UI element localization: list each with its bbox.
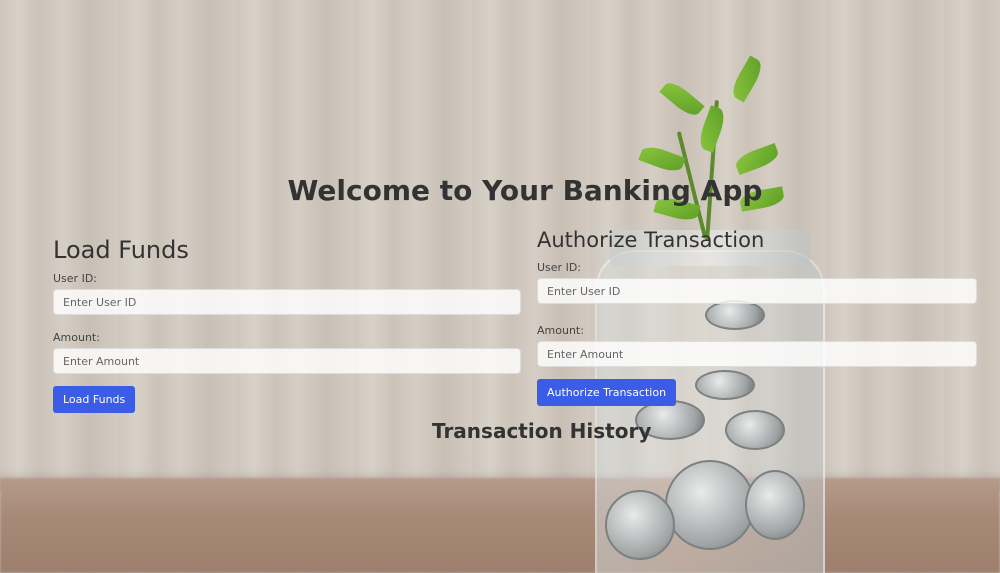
coin (745, 470, 805, 540)
authorize-user-id-input[interactable] (537, 278, 977, 304)
authorize-amount-input[interactable] (537, 341, 977, 367)
plant-leaf (638, 143, 686, 175)
plant-leaf (659, 77, 705, 121)
authorize-heading: Authorize Transaction (537, 228, 765, 252)
plant-image (630, 55, 800, 240)
authorize-transaction-button[interactable]: Authorize Transaction (537, 379, 677, 406)
background-table (0, 478, 1000, 573)
coin (665, 460, 755, 550)
load-amount-input[interactable] (53, 348, 521, 374)
user-id-label: User ID: (537, 261, 581, 274)
plant-leaf (728, 55, 766, 103)
load-funds-panel: Load Funds User ID: Amount: Load Funds (53, 236, 521, 413)
amount-label: Amount: (537, 324, 584, 337)
transaction-history-heading: Transaction History (432, 419, 652, 443)
load-user-id-input[interactable] (53, 289, 521, 315)
plant-leaf (696, 105, 728, 153)
amount-label: Amount: (53, 331, 100, 344)
load-funds-button[interactable]: Load Funds (53, 386, 136, 413)
load-funds-heading: Load Funds (53, 236, 189, 264)
plant-leaf (733, 143, 781, 175)
coin (605, 490, 675, 560)
coin (725, 410, 785, 450)
user-id-label: User ID: (53, 272, 97, 285)
page-title: Welcome to Your Banking App (287, 174, 763, 207)
authorize-transaction-panel: Authorize Transaction User ID: Amount: A… (537, 228, 977, 406)
